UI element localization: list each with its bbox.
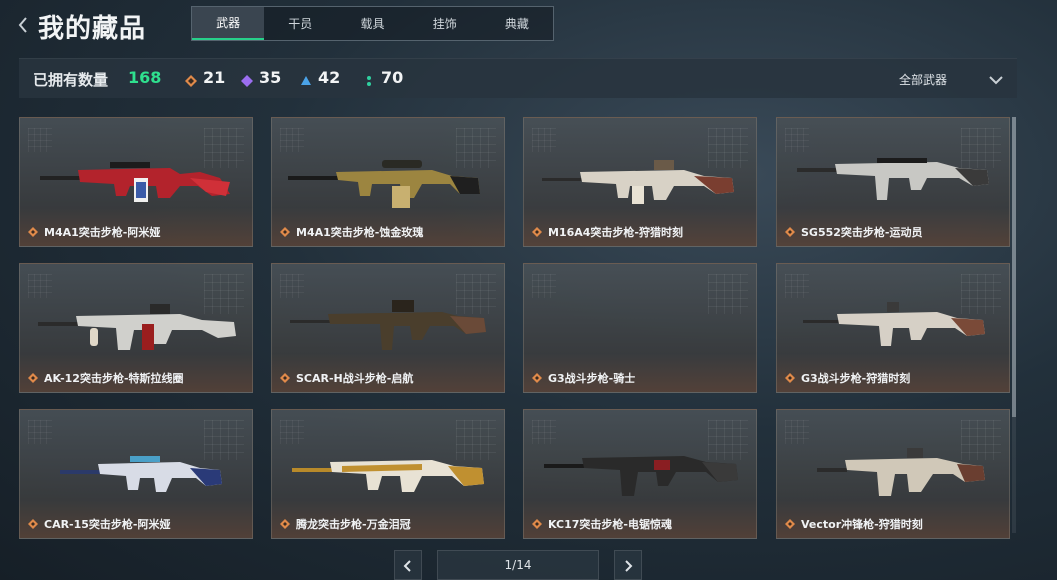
orange-diamond-icon (185, 72, 197, 87)
stat-blue: 42 (300, 68, 340, 87)
weapon-label: G3战斗步枪-骑士 (532, 370, 635, 386)
weapon-label: Vector冲锋枪-狩猎时刻 (785, 516, 923, 532)
rarity-icon (785, 373, 795, 383)
weapon-name: G3战斗步枪-骑士 (548, 372, 636, 385)
weapon-label: SCAR-H战斗步枪-启航 (280, 370, 413, 386)
weapon-card[interactable]: M4A1突击步枪-阿米娅 (19, 117, 253, 247)
tab-operators[interactable]: 干员 (264, 7, 336, 40)
weapon-card[interactable]: AK-12突击步枪-特斯拉线圈 (19, 263, 253, 393)
rarity-icon (785, 227, 795, 237)
page-indicator: 1/14 (437, 550, 599, 580)
weapon-name: SG552突击步枪-运动员 (801, 226, 923, 239)
page-title: 我的藏品 (38, 14, 147, 44)
owned-label: 已拥有数量 (33, 71, 109, 89)
weapon-name: M16A4突击步枪-狩猎时刻 (548, 226, 683, 239)
stat-orange: 21 (185, 68, 225, 87)
weapon-card[interactable]: CAR-15突击步枪-阿米娅 (19, 409, 253, 539)
green-dots-icon (363, 72, 375, 86)
weapon-name: AK-12突击步枪-特斯拉线圈 (44, 372, 184, 385)
rifle-icon (290, 300, 486, 350)
weapon-name: KC17突击步枪-电锯惊魂 (548, 518, 672, 531)
chevron-left-icon (403, 560, 411, 572)
green-count: 70 (381, 68, 404, 87)
weapon-label: AK-12突击步枪-特斯拉线圈 (28, 370, 184, 386)
rifle-icon (803, 302, 985, 346)
tab-collection[interactable]: 典藏 (481, 7, 553, 40)
weapon-name: CAR-15突击步枪-阿米娅 (44, 518, 171, 531)
back-arrow-icon[interactable] (16, 15, 32, 35)
blue-count: 42 (318, 68, 341, 87)
tab-vehicles[interactable]: 载具 (336, 7, 408, 40)
weapon-label: G3战斗步枪-狩猎时刻 (785, 370, 910, 386)
weapon-label: SG552突击步枪-运动员 (785, 224, 922, 240)
rifle-icon (292, 460, 484, 492)
pagination: 1/14 (0, 548, 1057, 580)
chevron-down-icon[interactable] (988, 71, 1004, 85)
rarity-icon (280, 519, 290, 529)
card-pattern (532, 274, 556, 298)
rarity-icon (532, 227, 542, 237)
chevron-right-icon (625, 560, 633, 572)
tab-weapons[interactable]: 武器 (192, 7, 265, 40)
weapon-card[interactable]: G3战斗步枪-骑士 (523, 263, 757, 393)
stat-purple: 35 (241, 68, 281, 87)
blue-triangle-icon (300, 72, 312, 85)
weapon-card[interactable]: SCAR-H战斗步枪-启航 (271, 263, 505, 393)
weapon-name: M4A1突击步枪-蚀金玫瑰 (296, 226, 424, 239)
weapon-name: SCAR-H战斗步枪-启航 (296, 372, 414, 385)
rarity-icon (28, 227, 38, 237)
rifle-icon (40, 162, 230, 202)
weapon-label: M16A4突击步枪-狩猎时刻 (532, 224, 683, 240)
rifle-icon (797, 158, 989, 200)
prev-page-button[interactable] (394, 550, 422, 580)
rifle-icon (544, 456, 738, 496)
rarity-icon (280, 227, 290, 237)
rarity-icon (28, 373, 38, 383)
purple-count: 35 (259, 68, 282, 87)
smg-icon (817, 448, 985, 496)
rarity-icon (280, 373, 290, 383)
weapon-name: 腾龙突击步枪-万金泪冠 (296, 518, 411, 531)
rarity-icon (532, 519, 542, 529)
scroll-thumb[interactable] (1012, 117, 1016, 417)
weapon-name: G3战斗步枪-狩猎时刻 (801, 372, 911, 385)
weapon-card[interactable]: M4A1突击步枪-蚀金玫瑰 (271, 117, 505, 247)
owned-count: 168 (128, 68, 162, 87)
stats-bar: 已拥有数量 168 21 35 42 70 全部武器 (19, 58, 1017, 98)
weapon-label: CAR-15突击步枪-阿米娅 (28, 516, 171, 532)
rifle-icon (288, 160, 480, 208)
rifle-icon (38, 304, 236, 350)
category-tabs: 武器 干员 载具 挂饰 典藏 (191, 6, 554, 41)
grid-scrollbar[interactable] (1012, 117, 1016, 533)
weapon-label: M4A1突击步枪-阿米娅 (28, 224, 160, 240)
stat-green: 70 (363, 68, 403, 87)
rifle-icon (60, 456, 222, 492)
top-bar: 我的藏品 武器 干员 载具 挂饰 典藏 (0, 0, 1057, 52)
weapon-card[interactable]: Vector冲锋枪-狩猎时刻 (776, 409, 1010, 539)
weapon-label: 腾龙突击步枪-万金泪冠 (280, 516, 411, 532)
rarity-icon (785, 519, 795, 529)
orange-count: 21 (203, 68, 226, 87)
weapon-label: M4A1突击步枪-蚀金玫瑰 (280, 224, 423, 240)
weapon-name: Vector冲锋枪-狩猎时刻 (801, 518, 923, 531)
weapon-card[interactable]: G3战斗步枪-狩猎时刻 (776, 263, 1010, 393)
weapon-filter-dropdown[interactable]: 全部武器 (899, 71, 947, 88)
rarity-icon (28, 519, 38, 529)
weapon-card[interactable]: KC17突击步枪-电锯惊魂 (523, 409, 757, 539)
weapon-label: KC17突击步枪-电锯惊魂 (532, 516, 672, 532)
purple-diamond-icon (241, 72, 253, 87)
weapon-name: M4A1突击步枪-阿米娅 (44, 226, 161, 239)
next-page-button[interactable] (614, 550, 642, 580)
rarity-icon (532, 373, 542, 383)
weapon-grid: M4A1突击步枪-阿米娅 M4A1突击步枪-蚀金玫瑰 M16A4突击步枪-狩猎时… (19, 117, 1017, 539)
weapon-card[interactable]: SG552突击步枪-运动员 (776, 117, 1010, 247)
card-pattern (708, 274, 748, 314)
weapon-card[interactable]: M16A4突击步枪-狩猎时刻 (523, 117, 757, 247)
tab-charms[interactable]: 挂饰 (409, 7, 481, 40)
rifle-icon (542, 160, 734, 204)
weapon-card[interactable]: 腾龙突击步枪-万金泪冠 (271, 409, 505, 539)
